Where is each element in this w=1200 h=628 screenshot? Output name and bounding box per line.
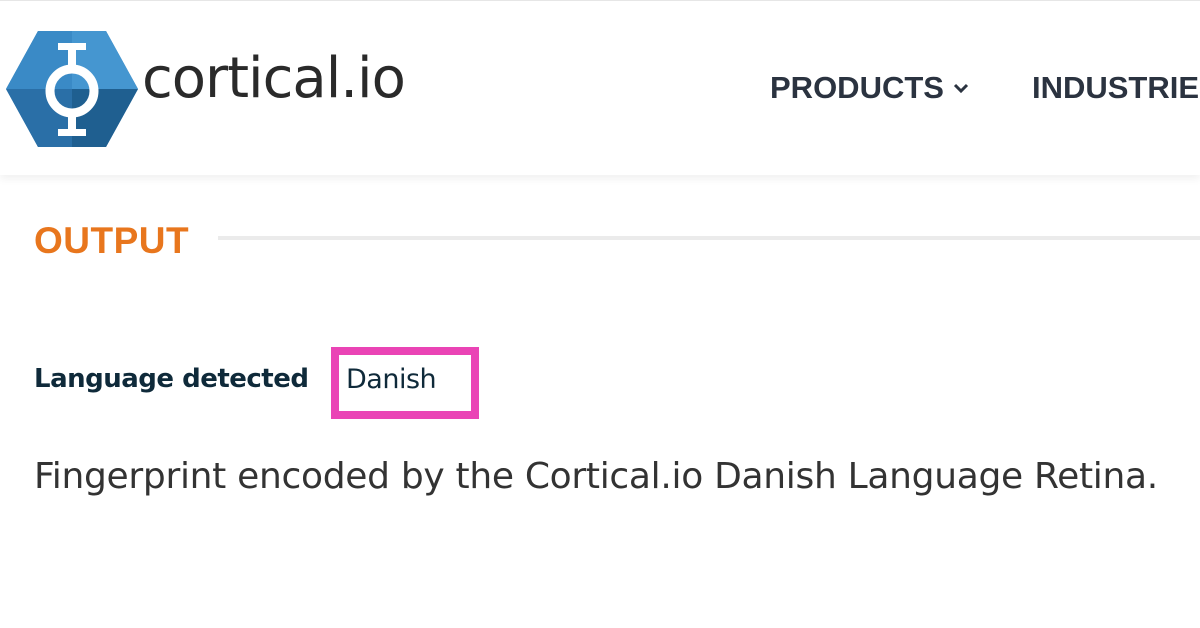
section-title: OUTPUT [34,220,190,261]
nav-item-industries[interactable]: INDUSTRIES [1032,70,1200,106]
logo-text: cortical.io [142,46,406,111]
language-detected-label: Language detected [34,364,309,394]
nav-item-label: INDUSTRIES [1031,70,1200,105]
nav-item-products[interactable]: PRODUCTS [770,70,970,106]
logo-link[interactable]: cortical.io [0,29,420,149]
language-detected-value: Danish [346,364,437,395]
site-header: cortical.io PRODUCTS INDUSTRIES [0,0,1200,175]
nav-item-label: PRODUCTS [770,70,944,105]
fingerprint-description: Fingerprint encoded by the Cortical.io D… [34,456,1158,497]
hexagon-logo-icon [6,31,138,147]
chevron-down-icon [953,83,969,94]
main-nav: PRODUCTS INDUSTRIES [770,65,1200,111]
section-divider [218,236,1200,240]
